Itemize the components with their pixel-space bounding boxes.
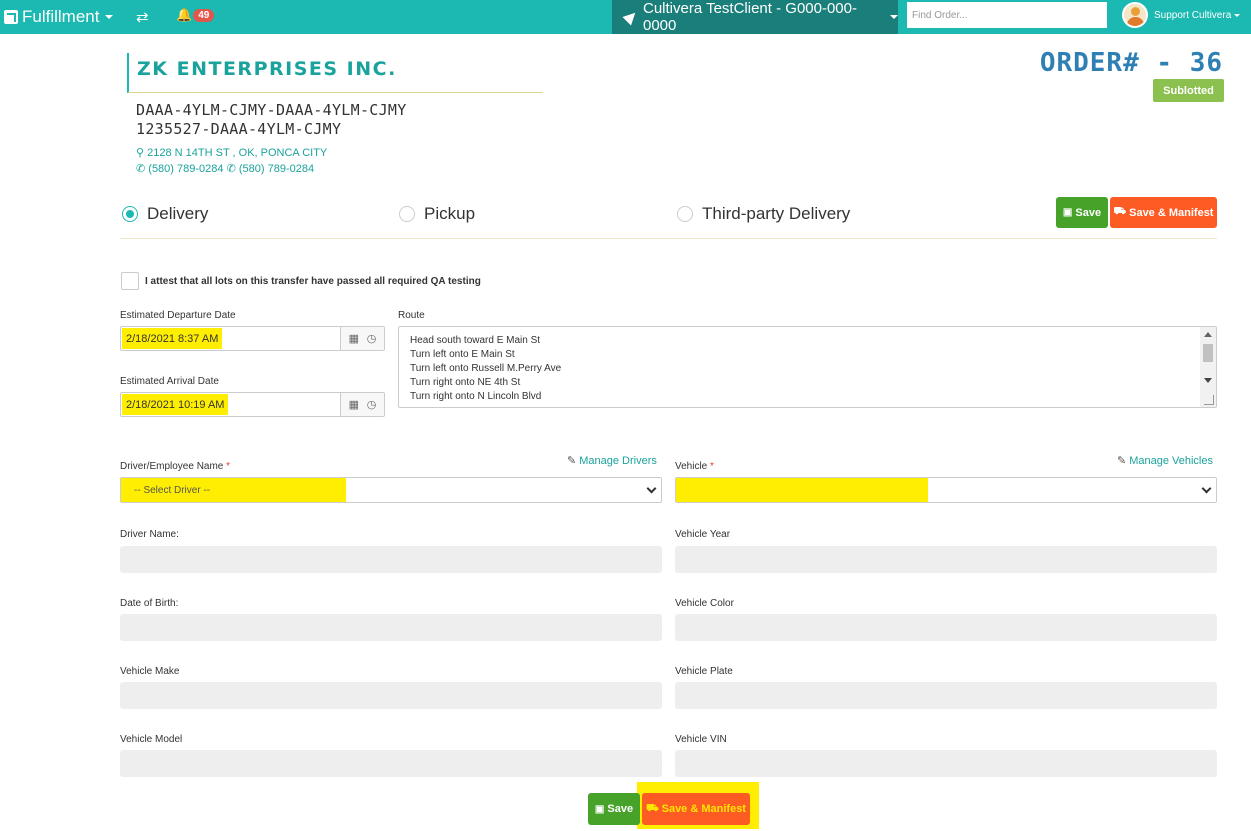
app-switcher[interactable]: Fulfillment [4, 6, 114, 28]
scroll-thumb[interactable] [1203, 344, 1213, 362]
radio-unchecked-icon [399, 206, 415, 222]
top-navbar: Fulfillment ⇄ 🔔 49 Cultivera TestClient … [0, 0, 1251, 34]
vehicle-model-label: Vehicle Model [120, 734, 183, 745]
radio-delivery[interactable]: Delivery [122, 204, 208, 224]
vehicle-year-label: Vehicle Year [675, 529, 731, 540]
route-line: Turn right onto N Lincoln Blvd [410, 391, 542, 402]
chevron-down-icon [646, 483, 657, 494]
vehicle-make-field [120, 682, 662, 709]
avatar [1122, 2, 1148, 28]
arrival-label: Estimated Arrival Date [120, 376, 219, 387]
manage-drivers-link[interactable]: ✎ Manage Drivers [567, 454, 657, 468]
manage-vehicles-link[interactable]: ✎ Manage Vehicles [1117, 454, 1213, 468]
license-number-secondary: 1235527-DAAA-4YLM-CJMY [136, 120, 342, 138]
radio-pickup[interactable]: Pickup [399, 204, 475, 224]
route-line: Turn left onto E Main St [410, 349, 515, 360]
radio-third-party-delivery[interactable]: Third-party Delivery [677, 204, 850, 224]
driver-label: Driver/Employee Name * [120, 461, 231, 472]
attest-checkbox[interactable] [121, 272, 139, 290]
save-button-top[interactable]: ▣ Save [1056, 197, 1108, 228]
radio-checked-icon [122, 206, 138, 222]
calendar-icon: ▦ [348, 399, 360, 411]
status-badge: Sublotted [1153, 79, 1224, 102]
vehicle-color-field [675, 614, 1217, 641]
departure-label: Estimated Departure Date [120, 310, 236, 321]
map-marker-icon: ⚲ [136, 147, 145, 159]
clock-icon: ◷ [366, 333, 377, 345]
client-name: Cultivera TestClient - G000-000-0000 [643, 0, 857, 34]
arrival-date-value: 2/18/2021 10:19 AM [122, 394, 229, 415]
app-name: Fulfillment [22, 7, 100, 26]
clock-icon: ◷ [366, 399, 377, 411]
truck-icon: ⛟ [646, 802, 659, 814]
route-line: Turn left onto Russell M.Perry Ave [410, 363, 562, 374]
route-line: Head south toward E Main St [410, 335, 541, 346]
pencil-icon: ✎ [1117, 455, 1127, 467]
vehicle-vin-label: Vehicle VIN [675, 734, 727, 745]
company-block: ZK ENTERPRISES INC. [127, 53, 543, 93]
vehicle-make-label: Vehicle Make [120, 666, 180, 677]
truck-icon: ⛟ [1113, 206, 1127, 217]
vehicle-label: Vehicle * [675, 461, 714, 472]
order-number: ORDER# - 36 [1039, 48, 1223, 78]
scroll-down-icon[interactable] [1204, 378, 1212, 383]
departure-date-value: 2/18/2021 8:37 AM [122, 328, 223, 349]
floppy-icon: ▣ [1062, 207, 1073, 218]
attest-label: I attest that all lots on this transfer … [145, 276, 481, 287]
client-switcher[interactable]: Cultivera TestClient - G000-000-0000 [612, 0, 898, 34]
vehicle-select[interactable] [675, 477, 1217, 503]
vehicle-plate-field [675, 682, 1217, 709]
route-textarea[interactable]: Head south toward E Main St Turn left on… [398, 326, 1217, 408]
arrival-date-input[interactable]: 2/18/2021 10:19 AM ▦ ◷ [120, 392, 385, 417]
datetime-picker-button[interactable]: ▦ ◷ [340, 327, 384, 350]
save-manifest-button-bottom[interactable]: ⛟ Save & Manifest [642, 793, 750, 825]
caret-down-icon [105, 15, 114, 19]
user-name: Support Cultivera [1154, 9, 1232, 21]
driver-select-value: -- Select Driver -- [121, 478, 346, 502]
pencil-icon: ✎ [567, 455, 577, 467]
vehicle-model-field [120, 750, 662, 777]
chevron-down-icon [1201, 483, 1212, 494]
scroll-up-icon[interactable] [1204, 332, 1212, 337]
radio-unchecked-icon [677, 206, 693, 222]
external-link-icon [4, 10, 18, 24]
caret-down-icon [890, 15, 898, 19]
save-manifest-button-top[interactable]: ⛟ Save & Manifest [1110, 197, 1217, 228]
phone-icon: ✆ [226, 163, 236, 175]
route-scrollbar[interactable] [1200, 327, 1216, 407]
delivery-type-group: Delivery Pickup Third-party Delivery [120, 199, 1217, 239]
resize-grip-icon[interactable] [1204, 395, 1214, 405]
date-of-birth-field [120, 614, 662, 641]
find-order-input[interactable] [907, 2, 1107, 28]
route-line: Turn right onto NE 4th St [410, 377, 521, 388]
notifications-badge: 49 [193, 8, 215, 22]
calendar-icon: ▦ [348, 333, 360, 345]
departure-date-input[interactable]: 2/18/2021 8:37 AM ▦ ◷ [120, 326, 385, 351]
user-menu[interactable]: Support Cultivera [1122, 0, 1241, 30]
location-arrow-icon [622, 8, 640, 26]
vehicle-select-value [676, 478, 928, 502]
vehicle-color-label: Vehicle Color [675, 598, 734, 609]
bell-icon: 🔔 [176, 7, 193, 22]
caret-down-icon [1234, 13, 1241, 17]
route-lines: Head south toward E Main St Turn left on… [410, 334, 561, 404]
date-of-birth-label: Date of Birth: [120, 598, 179, 609]
route-label: Route [398, 310, 425, 321]
phone-icon: ✆ [136, 163, 146, 175]
vehicle-year-field [675, 546, 1217, 573]
license-number: DAAA-4YLM-CJMY-DAAA-4YLM-CJMY [136, 101, 407, 119]
vehicle-plate-label: Vehicle Plate [675, 666, 733, 677]
address: ⚲ 2128 N 14TH ST , OK, PONCA CITY [136, 147, 328, 159]
save-button-bottom[interactable]: ▣ Save [588, 793, 640, 825]
vehicle-vin-field [675, 750, 1217, 777]
driver-name-field [120, 546, 662, 573]
driver-name-label: Driver Name: [120, 529, 179, 540]
phones: ✆ (580) 789-0284 ✆ (580) 789-0284 [136, 163, 315, 175]
datetime-picker-button[interactable]: ▦ ◷ [340, 393, 384, 416]
driver-select[interactable]: -- Select Driver -- [120, 477, 662, 503]
floppy-icon: ▣ [594, 803, 605, 815]
swap-icon[interactable]: ⇄ [136, 8, 149, 26]
notifications-button[interactable]: 🔔 49 [176, 7, 215, 23]
company-name: ZK ENTERPRISES INC. [137, 58, 397, 80]
